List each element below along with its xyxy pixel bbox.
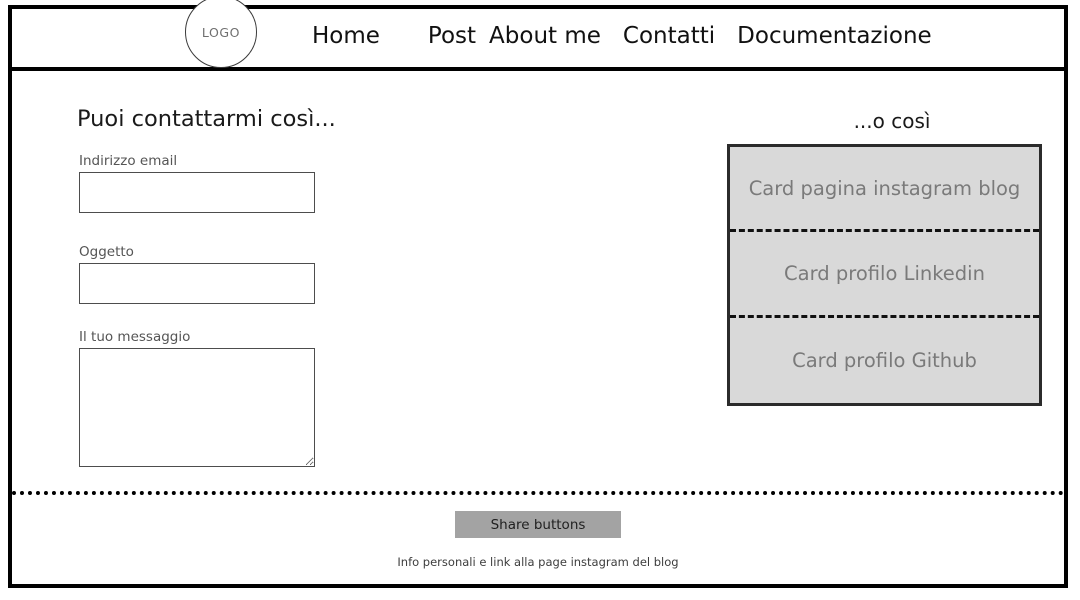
share-buttons-button[interactable]: Share buttons [455,511,621,538]
nav-item-documentazione[interactable]: Documentazione [737,23,932,49]
subject-field-label: Oggetto [79,244,134,260]
nav-links-group: Home Post About me Contatti Documentazio… [312,23,932,49]
subject-input[interactable] [79,263,315,304]
card-github-label: Card profilo Github [792,348,977,372]
card-linkedin[interactable]: Card profilo Linkedin [730,232,1039,318]
email-field-label: Indirizzo email [79,153,178,169]
wireframe-page-frame: LOGO Home Post About me Contatti Documen… [8,0,1068,588]
card-instagram-label: Card pagina instagram blog [748,176,1021,200]
main-content: Puoi contattarmi così... Indirizzo email… [12,71,1064,497]
nav-item-contatti[interactable]: Contatti [623,23,715,49]
top-navigation-bar: LOGO Home Post About me Contatti Documen… [12,0,1064,71]
message-textarea[interactable] [79,348,315,467]
footer-note-text: Info personali e link alla page instagra… [397,555,679,569]
nav-item-home[interactable]: Home [312,23,380,49]
cards-section-heading: ...o così [853,109,931,133]
message-field-label: Il tuo messaggio [79,329,191,345]
card-linkedin-label: Card profilo Linkedin [784,261,985,285]
nav-item-post[interactable]: Post [428,23,476,49]
page-footer: Share buttons Info personali e link alla… [12,491,1064,584]
nav-item-about-me[interactable]: About me [489,23,601,49]
logo-circle-icon[interactable]: LOGO [185,0,257,68]
email-input[interactable] [79,172,315,213]
social-cards-container: Card pagina instagram blog Card profilo … [727,144,1042,406]
card-github[interactable]: Card profilo Github [730,318,1039,403]
share-buttons-label: Share buttons [490,516,586,533]
contact-form-heading: Puoi contattarmi così... [77,106,336,132]
logo-label: LOGO [201,24,241,40]
card-instagram[interactable]: Card pagina instagram blog [730,147,1039,233]
